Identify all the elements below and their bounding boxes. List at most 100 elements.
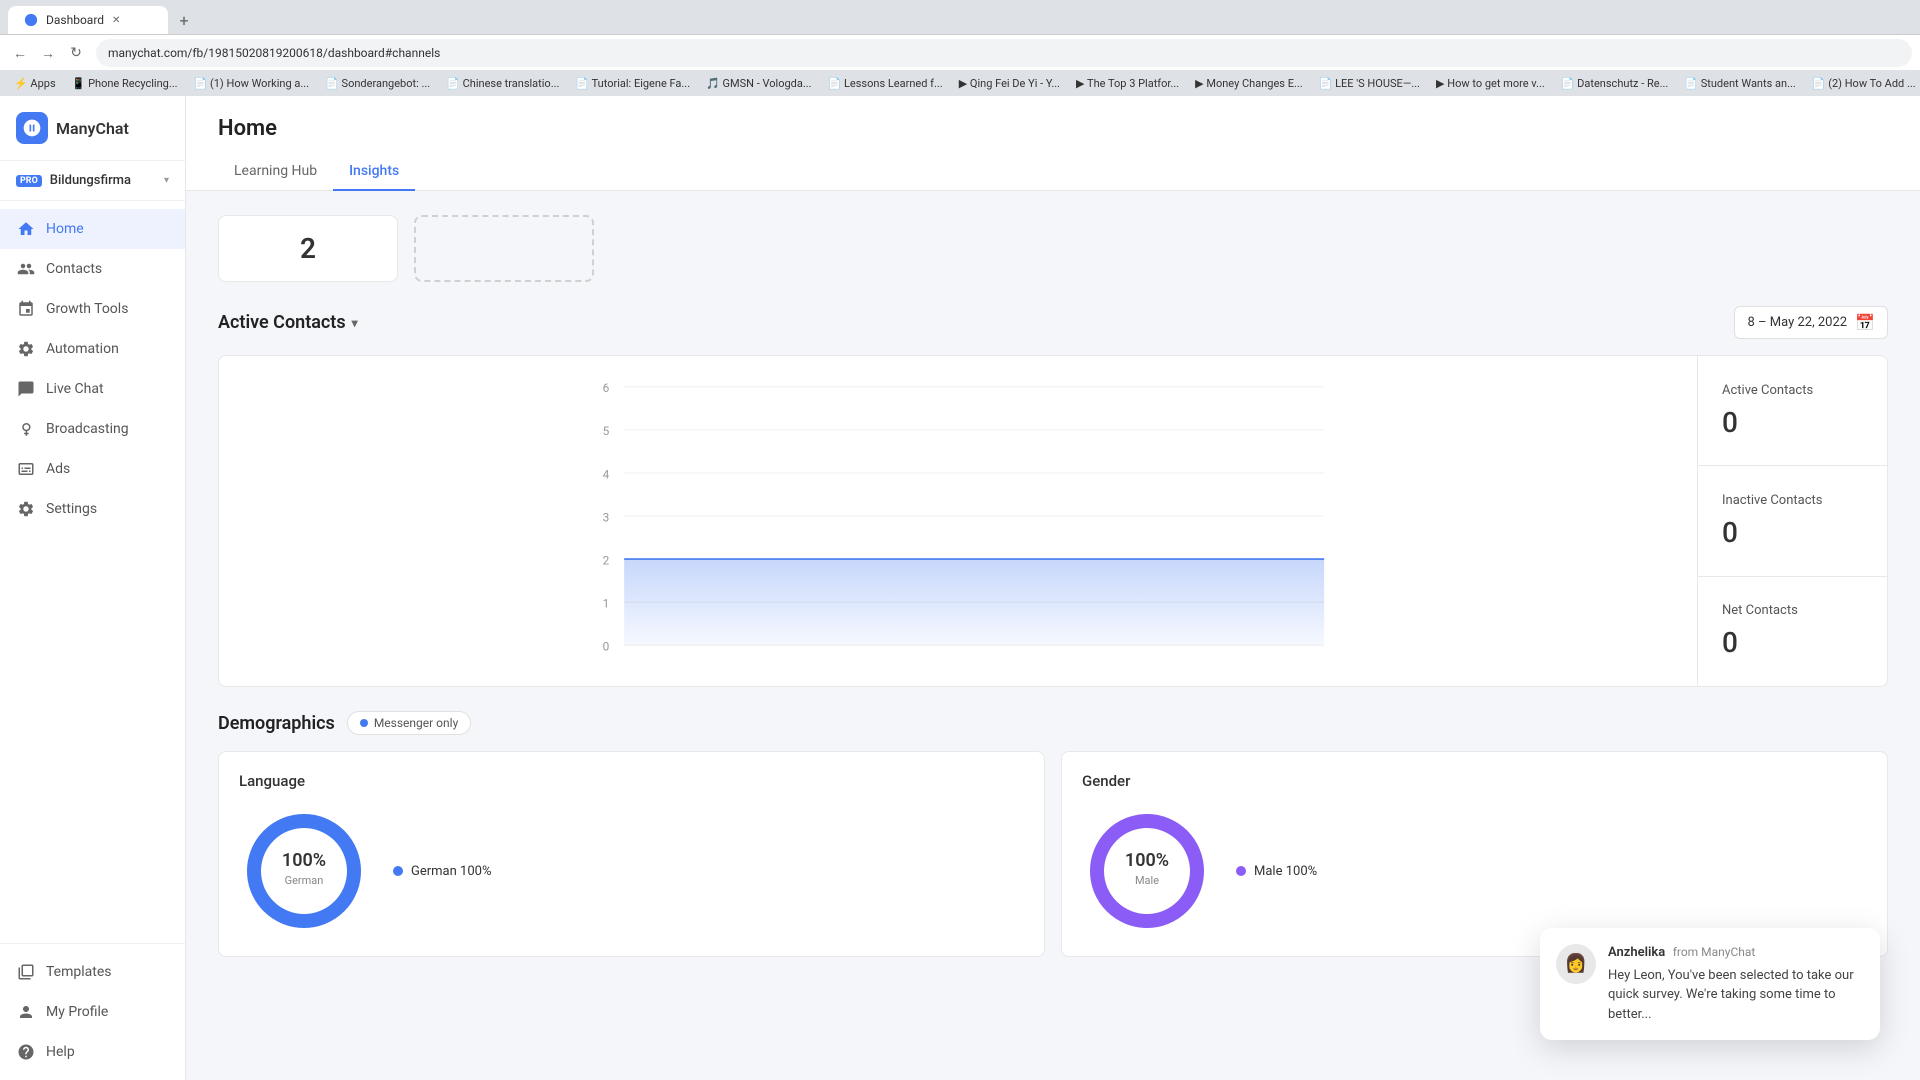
chat-sender-name: Anzhelika from ManyChat xyxy=(1608,944,1864,960)
manychat-logo-svg xyxy=(22,118,42,138)
sidebar-item-live-chat-label: Live Chat xyxy=(46,381,104,397)
broadcasting-icon xyxy=(16,419,36,439)
back-button[interactable]: ← xyxy=(8,41,32,65)
sidebar-item-settings-label: Settings xyxy=(46,501,97,517)
active-tab[interactable]: Dashboard ✕ xyxy=(8,6,168,34)
svg-text:0: 0 xyxy=(603,640,610,654)
demographics-title: Demographics xyxy=(218,713,335,734)
bookmark-10[interactable]: ▶ Money Changes E... xyxy=(1189,75,1308,92)
bookmark-12[interactable]: ▶ How to get more v... xyxy=(1430,75,1551,92)
url-bar[interactable]: manychat.com/fb/19815020819200618/dashbo… xyxy=(96,39,1912,67)
stat-net-contacts: Net Contacts 0 xyxy=(1698,577,1887,686)
bookmark-8[interactable]: ▶ Qing Fei De Yi - Y... xyxy=(953,75,1066,92)
demographics-filter[interactable]: Messenger only xyxy=(347,711,471,735)
stat-active-contacts-label: Active Contacts xyxy=(1722,383,1863,398)
chat-avatar: 👩 xyxy=(1556,944,1596,984)
language-legend: German 100% xyxy=(393,864,491,879)
language-donut-area: 100% German German 100% xyxy=(239,806,1024,936)
svg-text:18. May: 18. May xyxy=(1063,655,1101,656)
workspace-name: Bildungsfirma xyxy=(50,173,156,188)
bookmark-apps[interactable]: ⚡ Apps xyxy=(8,75,62,92)
gender-card: Gender 100% Male Male 100% xyxy=(1061,751,1888,957)
sidebar-item-automation[interactable]: Automation xyxy=(0,329,185,369)
ads-icon xyxy=(16,459,36,479)
address-bar: ← → ↻ manychat.com/fb/19815020819200618/… xyxy=(0,34,1920,70)
bookmark-9[interactable]: ▶ The Top 3 Platfor... xyxy=(1070,75,1185,92)
new-tab-button[interactable]: + xyxy=(172,8,196,32)
page-title: Home xyxy=(218,116,1888,141)
bookmark-14[interactable]: 📄 Student Wants an... xyxy=(1678,75,1801,92)
active-contacts-header: Active Contacts ▾ 8 – May 22, 2022 📅 xyxy=(218,306,1888,339)
sidebar-item-ads-label: Ads xyxy=(46,461,70,477)
settings-icon xyxy=(16,499,36,519)
stat-active-contacts: Active Contacts 0 xyxy=(1698,356,1887,466)
my-profile-icon xyxy=(16,1002,36,1022)
chat-popup-info: Anzhelika from ManyChat Hey Leon, You've… xyxy=(1608,944,1864,1025)
svg-text:22. May: 22. May xyxy=(1246,655,1284,656)
sidebar-item-settings[interactable]: Settings xyxy=(0,489,185,529)
sidebar-item-my-profile-label: My Profile xyxy=(46,1004,108,1020)
bookmark-15[interactable]: 📄 (2) How To Add ... xyxy=(1806,75,1920,92)
legend-item-male: Male 100% xyxy=(1236,864,1317,879)
chart-section: 6 5 4 3 2 1 0 xyxy=(218,355,1888,687)
svg-text:20. May: 20. May xyxy=(1154,655,1192,656)
bookmark-1[interactable]: 📱 Phone Recycling... xyxy=(66,75,184,92)
chat-popup[interactable]: 👩 Anzhelika from ManyChat Hey Leon, You'… xyxy=(1540,928,1880,1041)
bookmark-5[interactable]: 📄 Tutorial: Eigene Fa... xyxy=(569,75,696,92)
forward-button[interactable]: → xyxy=(36,41,60,65)
stat-net-contacts-value: 0 xyxy=(1722,626,1863,659)
bookmark-13[interactable]: 📄 Datenschutz - Re... xyxy=(1555,75,1675,92)
tab-learning-hub[interactable]: Learning Hub xyxy=(218,153,333,191)
top-card-2 xyxy=(414,215,594,282)
language-card: Language 100% German German 100% xyxy=(218,751,1045,957)
sidebar-item-growth-tools[interactable]: Growth Tools xyxy=(0,289,185,329)
reload-button[interactable]: ↻ xyxy=(64,41,88,65)
svg-text:5: 5 xyxy=(603,424,610,438)
workspace-selector[interactable]: PRO Bildungsfirma ▾ xyxy=(0,161,185,201)
sidebar-item-ads[interactable]: Ads xyxy=(0,449,185,489)
german-dot xyxy=(393,866,403,876)
sidebar-item-broadcasting[interactable]: Broadcasting xyxy=(0,409,185,449)
date-range-text: 8 – May 22, 2022 xyxy=(1747,315,1847,330)
chart-stats: Active Contacts 0 Inactive Contacts 0 Ne… xyxy=(1697,356,1887,686)
tab-close-button[interactable]: ✕ xyxy=(112,15,120,26)
workspace-chevron-icon: ▾ xyxy=(164,175,169,186)
url-text: manychat.com/fb/19815020819200618/dashbo… xyxy=(108,46,440,60)
sidebar-item-my-profile[interactable]: My Profile xyxy=(0,992,185,1032)
chat-message: Hey Leon, You've been selected to take o… xyxy=(1608,966,1864,1025)
bookmark-3[interactable]: 📄 Sonderangebot: ... xyxy=(319,75,436,92)
sidebar-item-help-label: Help xyxy=(46,1044,75,1060)
logo-text: ManyChat xyxy=(56,119,129,138)
sidebar-item-help[interactable]: Help xyxy=(0,1032,185,1072)
top-card-1-value: 2 xyxy=(300,232,316,265)
sidebar-item-contacts[interactable]: Contacts xyxy=(0,249,185,289)
growth-tools-icon xyxy=(16,299,36,319)
sidebar-item-templates[interactable]: Templates xyxy=(0,952,185,992)
chart-area: 6 5 4 3 2 1 0 xyxy=(219,356,1697,686)
legend-item-german: German 100% xyxy=(393,864,491,879)
sidebar-item-live-chat[interactable]: Live Chat xyxy=(0,369,185,409)
svg-text:100%: 100% xyxy=(1125,850,1169,871)
bookmark-6[interactable]: 🎵 GMSN - Vologda... xyxy=(700,75,817,92)
templates-icon xyxy=(16,962,36,982)
male-label: Male 100% xyxy=(1254,864,1317,879)
svg-text:Male: Male xyxy=(1135,874,1159,887)
sidebar-item-home[interactable]: Home xyxy=(0,209,185,249)
bookmark-11[interactable]: 📄 LEE 'S HOUSE—... xyxy=(1313,75,1426,92)
active-contacts-title[interactable]: Active Contacts ▾ xyxy=(218,312,358,333)
chat-popup-header: 👩 Anzhelika from ManyChat Hey Leon, You'… xyxy=(1556,944,1864,1025)
bookmark-7[interactable]: 📄 Lessons Learned f... xyxy=(822,75,949,92)
date-range-selector[interactable]: 8 – May 22, 2022 📅 xyxy=(1734,306,1888,339)
stat-active-contacts-value: 0 xyxy=(1722,406,1863,439)
language-card-title: Language xyxy=(239,772,1024,790)
sidebar-item-contacts-label: Contacts xyxy=(46,261,102,277)
tab-insights[interactable]: Insights xyxy=(333,153,415,191)
live-chat-icon xyxy=(16,379,36,399)
sidebar-bottom: Templates My Profile Help xyxy=(0,943,185,1080)
svg-text:3: 3 xyxy=(603,510,610,524)
svg-text:12. May: 12. May xyxy=(788,655,826,656)
gender-donut-area: 100% Male Male 100% xyxy=(1082,806,1867,936)
bookmark-4[interactable]: 📄 Chinese translatio... xyxy=(440,75,565,92)
svg-text:1: 1 xyxy=(603,597,610,611)
bookmark-2[interactable]: 📄 (1) How Working a... xyxy=(188,75,316,92)
